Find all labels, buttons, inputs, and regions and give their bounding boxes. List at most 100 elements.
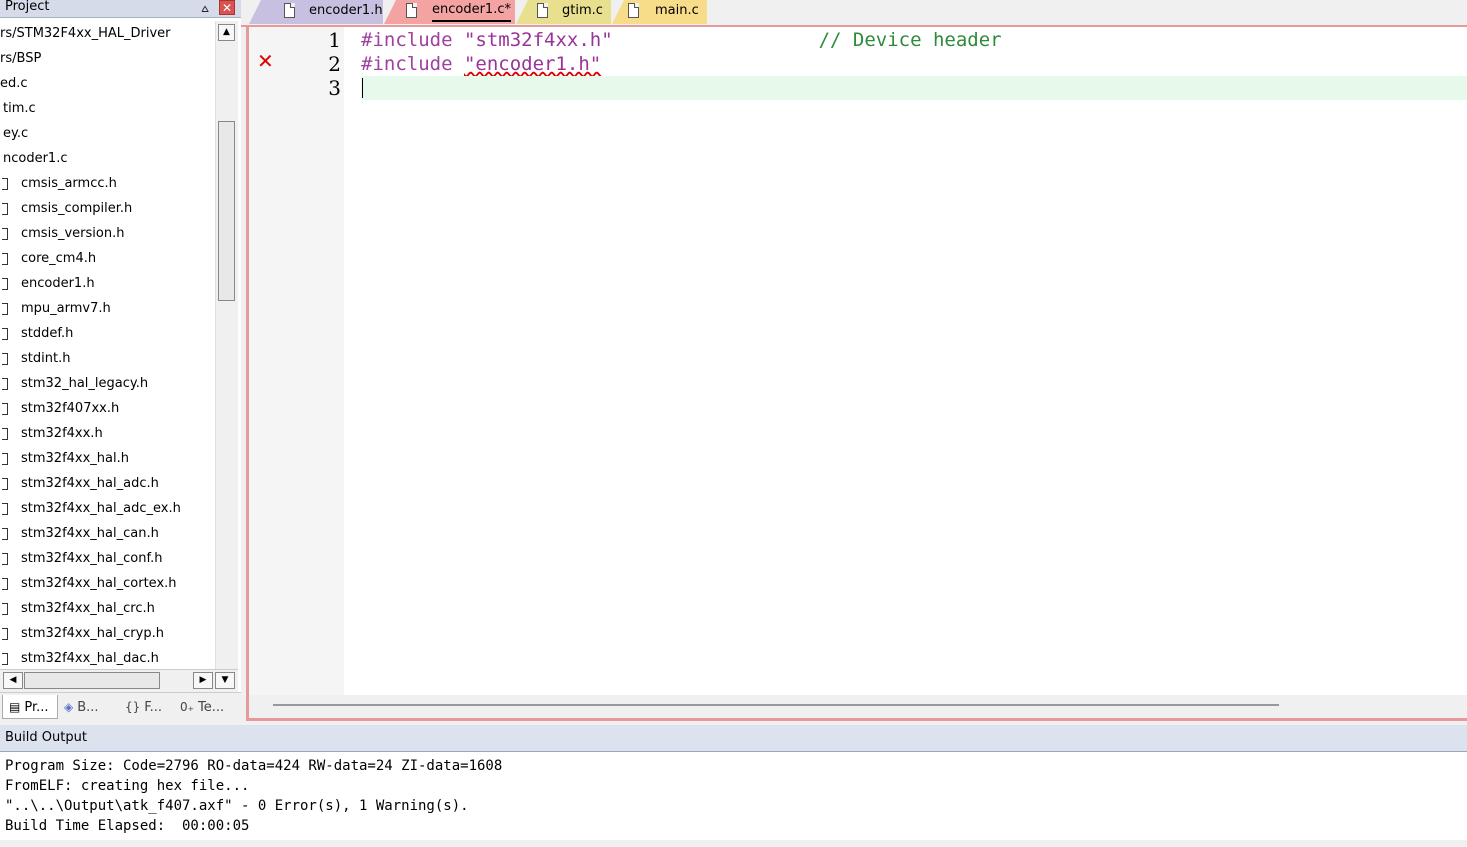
- code-comment: // Device header: [818, 29, 1002, 51]
- header-file-icon: [2, 628, 8, 640]
- header-file-icon: [2, 378, 8, 390]
- templates-tab-icon: 0₊: [180, 700, 194, 714]
- include-string: "stm32f4xx.h": [463, 29, 613, 51]
- scroll-right-arrow-icon[interactable]: ▶: [193, 672, 213, 689]
- header-file-icon: [2, 478, 8, 490]
- scroll-down-arrow-icon[interactable]: ▼: [215, 672, 235, 689]
- tree-item-label: encoder1.h: [21, 276, 95, 291]
- tab-books[interactable]: ◈ B...: [64, 695, 99, 719]
- tab-label: main.c: [655, 3, 699, 18]
- header-file-icon: [2, 253, 8, 265]
- tree-item-label: stm32f4xx_hal.h: [21, 451, 129, 466]
- functions-tab-icon: {}: [125, 700, 141, 714]
- editor-horizontal-scrollbar[interactable]: [249, 695, 1467, 718]
- project-tree: rs/STM32F4xx_HAL_Driver rs/BSP ed.c tim.…: [0, 21, 215, 669]
- header-file-icon: [2, 278, 8, 290]
- tree-item-label: stm32f4xx_hal_dac.h: [21, 651, 159, 666]
- header-file-icon: [2, 403, 8, 415]
- header-file-icon: [2, 553, 8, 565]
- line-number: 3: [328, 76, 341, 100]
- scrollbar-thumb[interactable]: [273, 704, 1279, 706]
- header-file-icon: [2, 428, 8, 440]
- tree-item-label: ed.c: [0, 76, 28, 91]
- tree-item-label: ncoder1.c: [3, 151, 68, 166]
- tab-label: F...: [144, 700, 163, 715]
- scrollbar-thumb[interactable]: [24, 672, 160, 689]
- tree-item-label: tim.c: [3, 101, 36, 116]
- tab-label: Te...: [197, 700, 225, 715]
- code-area[interactable]: #include "stm32f4xx.h" // Device header …: [361, 27, 1467, 695]
- tree-item-label: cmsis_version.h: [21, 226, 125, 241]
- header-file-icon: [2, 328, 8, 340]
- project-title-bar: Project ⩟ ✕: [0, 0, 241, 18]
- editor-tab-bar: encoder1.h encoder1.c* gtim.c main.c: [241, 0, 1467, 27]
- document-icon: [628, 3, 639, 18]
- output-line: FromELF: creating hex file...: [5, 778, 250, 794]
- code-line[interactable]: #include "stm32f4xx.h" // Device header: [361, 28, 1467, 52]
- tab-project[interactable]: ▤ Pr...: [2, 695, 58, 719]
- tree-item-label: cmsis_compiler.h: [21, 201, 133, 216]
- tab-label: encoder1.h: [309, 3, 383, 18]
- document-icon: [284, 3, 295, 18]
- tree-item-label: stm32f4xx.h: [21, 426, 103, 441]
- project-panel: Project ⩟ ✕ rs/STM32F4xx_HAL_Driver rs/B…: [0, 0, 241, 723]
- tree-item-label: stm32f4xx_hal_cortex.h: [21, 576, 177, 591]
- header-file-icon: [2, 453, 8, 465]
- tree-item-label: ey.c: [3, 126, 29, 141]
- editor-gutter[interactable]: ✕ 1 2 3: [249, 27, 344, 695]
- books-tab-icon: ◈: [64, 700, 74, 714]
- tab-functions[interactable]: {} F...: [125, 695, 162, 719]
- tree-item-label: rs/STM32F4xx_HAL_Driver: [0, 26, 171, 41]
- tree-vertical-scrollbar[interactable]: ▲: [215, 21, 238, 669]
- tree-item-label: stm32f4xx_hal_crc.h: [21, 601, 155, 616]
- panel-title: Build Output: [5, 730, 87, 745]
- header-file-icon: [2, 503, 8, 515]
- text-caret: [362, 78, 363, 98]
- code-line-current[interactable]: [361, 76, 1467, 100]
- tab-templates[interactable]: 0₊ Te...: [180, 695, 224, 719]
- tab-label: Pr...: [24, 700, 49, 715]
- tree-item-label: stm32f4xx_hal_adc.h: [21, 476, 159, 491]
- output-line: "..\..\Output\atk_f407.axf" - 0 Error(s)…: [5, 798, 469, 814]
- scroll-up-arrow-icon[interactable]: ▲: [218, 24, 235, 41]
- tab-main-c[interactable]: main.c: [612, 0, 707, 24]
- tree-item-label: rs/BSP: [0, 51, 42, 66]
- preprocessor-directive: #include: [361, 53, 453, 75]
- preprocessor-directive: #include: [361, 29, 453, 51]
- tab-encoder1-c[interactable]: encoder1.c*: [384, 0, 515, 24]
- scrollbar-thumb[interactable]: [218, 121, 235, 301]
- tree-horizontal-scrollbar[interactable]: ◀ ▶ ▼: [0, 669, 238, 692]
- tree-item-label: stm32f4xx_hal_adc_ex.h: [21, 501, 181, 516]
- code-editor[interactable]: ✕ 1 2 3 #include "stm32f4xx.h" // Device…: [246, 27, 1467, 721]
- tab-label: gtim.c: [562, 3, 603, 18]
- tree-item-label: mpu_armv7.h: [21, 301, 111, 316]
- tree-item-label: stdint.h: [21, 351, 71, 366]
- output-line: Build Time Elapsed: 00:00:05: [5, 818, 250, 834]
- tree-item-label: stm32f4xx_hal_cryp.h: [21, 626, 164, 641]
- build-output-panel: Build Output Program Size: Code=2796 RO-…: [0, 725, 1467, 847]
- include-string: "encoder1.h": [463, 53, 602, 75]
- scroll-left-arrow-icon[interactable]: ◀: [3, 672, 23, 689]
- error-x-icon: ✕: [257, 49, 274, 73]
- output-line: Program Size: Code=2796 RO-data=424 RW-d…: [5, 758, 503, 774]
- line-number: 2: [328, 52, 341, 76]
- header-file-icon: [2, 603, 8, 615]
- tab-label: encoder1.c*: [432, 0, 511, 22]
- header-file-icon: [2, 528, 8, 540]
- code-line[interactable]: #include "encoder1.h": [361, 52, 1467, 76]
- close-icon[interactable]: ✕: [219, 0, 235, 15]
- header-file-icon: [2, 203, 8, 215]
- tab-gtim-c[interactable]: gtim.c: [516, 0, 611, 24]
- header-file-icon: [2, 353, 8, 365]
- document-icon: [406, 3, 417, 18]
- build-output-text[interactable]: Program Size: Code=2796 RO-data=424 RW-d…: [5, 756, 502, 836]
- tree-item-label: cmsis_armcc.h: [21, 176, 117, 191]
- document-icon: [537, 3, 548, 18]
- pin-icon[interactable]: ⩟: [198, 0, 212, 16]
- header-file-icon: [2, 578, 8, 590]
- project-tab-icon: ▤: [9, 700, 21, 714]
- header-file-icon: [2, 653, 8, 665]
- header-file-icon: [2, 228, 8, 240]
- tab-encoder1-h[interactable]: encoder1.h: [249, 0, 383, 24]
- panel-title: Project: [5, 0, 50, 14]
